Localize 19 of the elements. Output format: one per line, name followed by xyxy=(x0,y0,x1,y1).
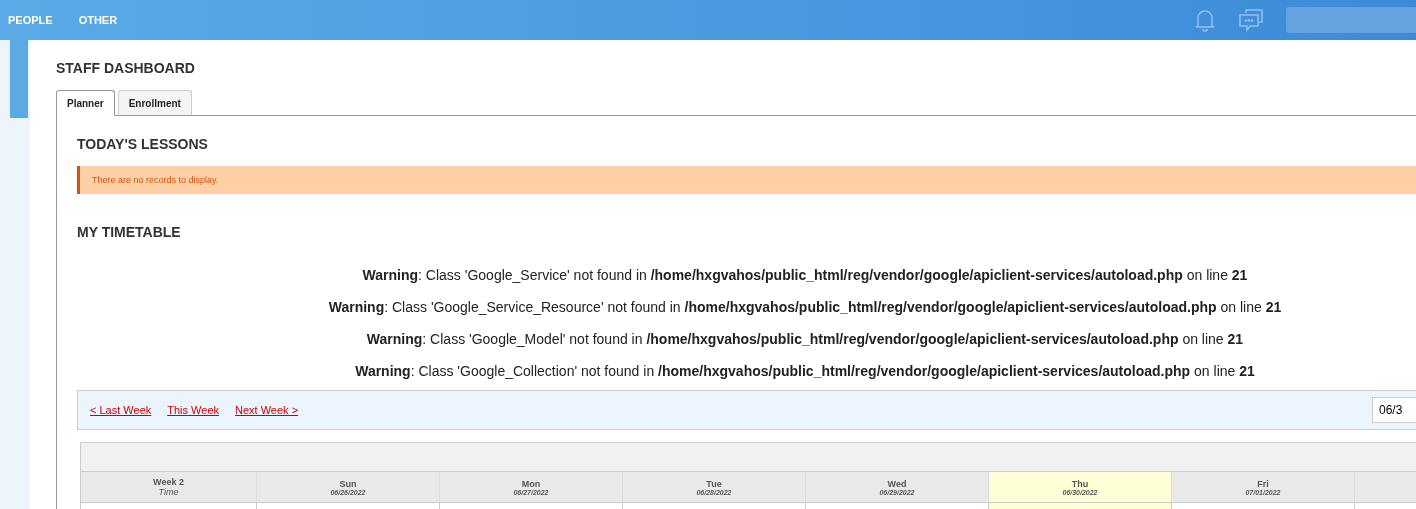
search-field[interactable] xyxy=(1286,7,1416,33)
week-link[interactable]: Next Week > xyxy=(235,404,299,416)
chat-icon[interactable] xyxy=(1238,7,1264,33)
warning-message: Warning: Class 'Google_Collection' not found in /home/hxgvahos/public_html/reg/vendor/google/apiclient-services/autoload.php on line 21 xyxy=(355,362,1255,380)
warning-message: Warning: Class 'Google_Model' not found in /home/hxgvahos/public_html/reg/vendor/google/apiclient-services/autoload.php on line 21 xyxy=(366,330,1244,348)
bell-icon[interactable] xyxy=(1194,8,1216,32)
date-field[interactable]: 06/3 xyxy=(1372,397,1416,423)
week-link[interactable]: < Last Week xyxy=(90,404,152,416)
page-title: STAFF DASHBOARD xyxy=(56,60,196,76)
warning-message: Warning: Class 'Google_Service_Resource' not found in /home/hxgvahos/public_html/reg/vendor/google/apiclient-services/autoload.php on line 21 xyxy=(328,298,1282,316)
tab[interactable]: Planner xyxy=(56,90,115,116)
time-label: Time xyxy=(158,487,179,497)
notice-message: There are no records to display. xyxy=(77,166,1416,194)
tab[interactable]: Enrollment xyxy=(117,90,192,115)
week-label: Week 2 xyxy=(153,477,184,487)
section-heading: TODAY'S LESSONS xyxy=(77,136,209,152)
warning-message: Warning: Class 'Google_Service' not found in /home/hxgvahos/public_html/reg/vendor/google/apiclient-services/autoload.php on line 21 xyxy=(362,266,1248,284)
week-link[interactable]: This Week xyxy=(167,404,219,416)
section-heading: MY TIMETABLE xyxy=(77,224,182,240)
